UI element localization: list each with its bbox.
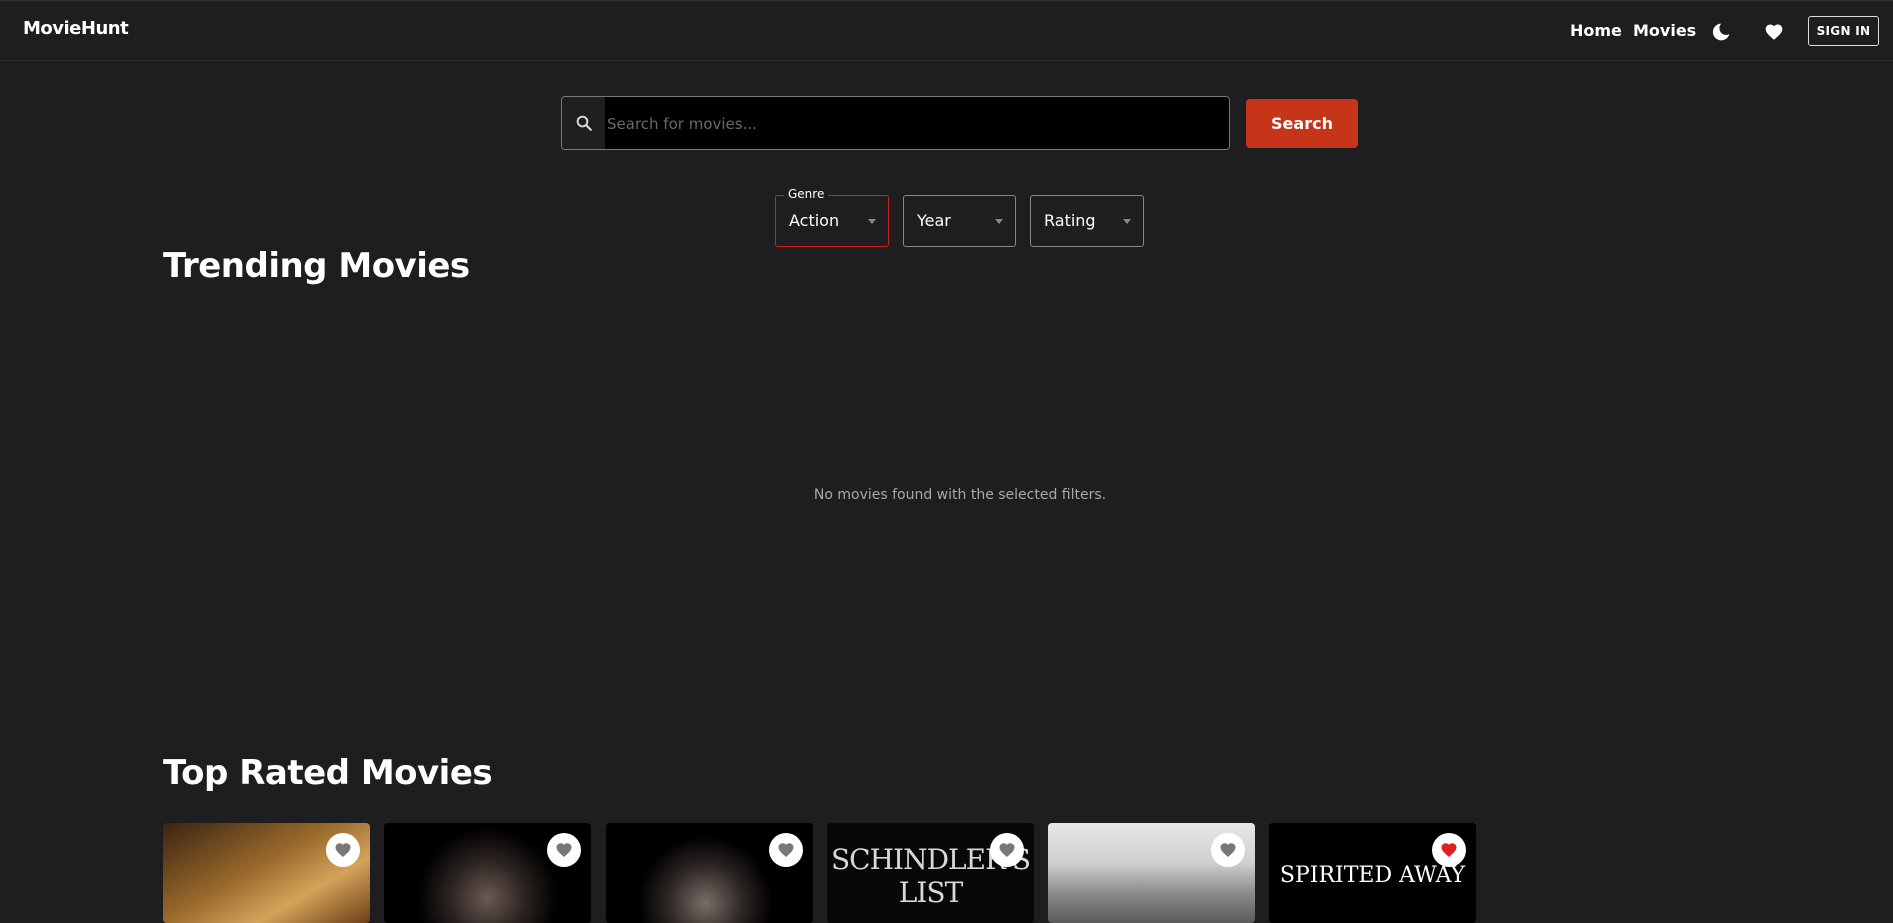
year-value: Year xyxy=(917,211,951,230)
search-icon-wrap xyxy=(562,97,605,149)
dark-mode-toggle[interactable] xyxy=(1708,19,1734,45)
search-box xyxy=(561,96,1230,150)
favorite-button[interactable] xyxy=(547,833,581,867)
poster-title: SPIRITED AWAY xyxy=(1279,863,1466,888)
chevron-down-icon xyxy=(995,219,1003,224)
empty-message: No movies found with the selected filter… xyxy=(813,487,1107,503)
navbar: MovieHunt Home Movies SIGN IN xyxy=(0,0,1893,61)
top-rated-title: Top Rated Movies xyxy=(163,753,493,793)
rating-value: Rating xyxy=(1044,211,1096,230)
moon-icon xyxy=(1712,23,1730,41)
nav-home-link[interactable]: Home xyxy=(1570,21,1622,40)
heart-icon xyxy=(999,843,1015,858)
movie-card[interactable] xyxy=(163,823,370,923)
favorites-button[interactable] xyxy=(1761,19,1787,45)
heart-icon xyxy=(1220,843,1236,858)
movie-card[interactable] xyxy=(1048,823,1255,923)
trending-title: Trending Movies xyxy=(163,246,470,286)
chevron-down-icon xyxy=(868,219,876,224)
brand-logo[interactable]: MovieHunt xyxy=(23,18,129,39)
genre-value: Action xyxy=(789,211,840,230)
nav-movies-link[interactable]: Movies xyxy=(1633,21,1696,40)
genre-label: Genre xyxy=(784,187,829,201)
movie-card[interactable] xyxy=(384,823,591,923)
genre-select[interactable]: Genre Action xyxy=(775,187,889,247)
favorite-button[interactable] xyxy=(769,833,803,867)
movie-card[interactable]: SCHINDLER'S LIST xyxy=(827,823,1034,923)
heart-icon xyxy=(556,843,572,858)
heart-icon xyxy=(335,843,351,858)
search-icon xyxy=(576,115,592,131)
heart-icon xyxy=(1441,843,1457,858)
year-select[interactable]: Year xyxy=(903,195,1016,247)
search-button[interactable]: Search xyxy=(1246,99,1358,148)
favorite-button[interactable] xyxy=(1432,833,1466,867)
heart-icon xyxy=(1765,24,1783,40)
favorite-button[interactable] xyxy=(1211,833,1245,867)
search-input[interactable] xyxy=(605,97,1229,149)
movie-card[interactable]: SPIRITED AWAY xyxy=(1269,823,1476,923)
sign-in-button[interactable]: SIGN IN xyxy=(1808,16,1879,46)
chevron-down-icon xyxy=(1123,219,1131,224)
rating-select[interactable]: Rating xyxy=(1030,195,1144,247)
favorite-button[interactable] xyxy=(990,833,1024,867)
heart-icon xyxy=(778,843,794,858)
favorite-button[interactable] xyxy=(326,833,360,867)
movie-card[interactable] xyxy=(606,823,813,923)
